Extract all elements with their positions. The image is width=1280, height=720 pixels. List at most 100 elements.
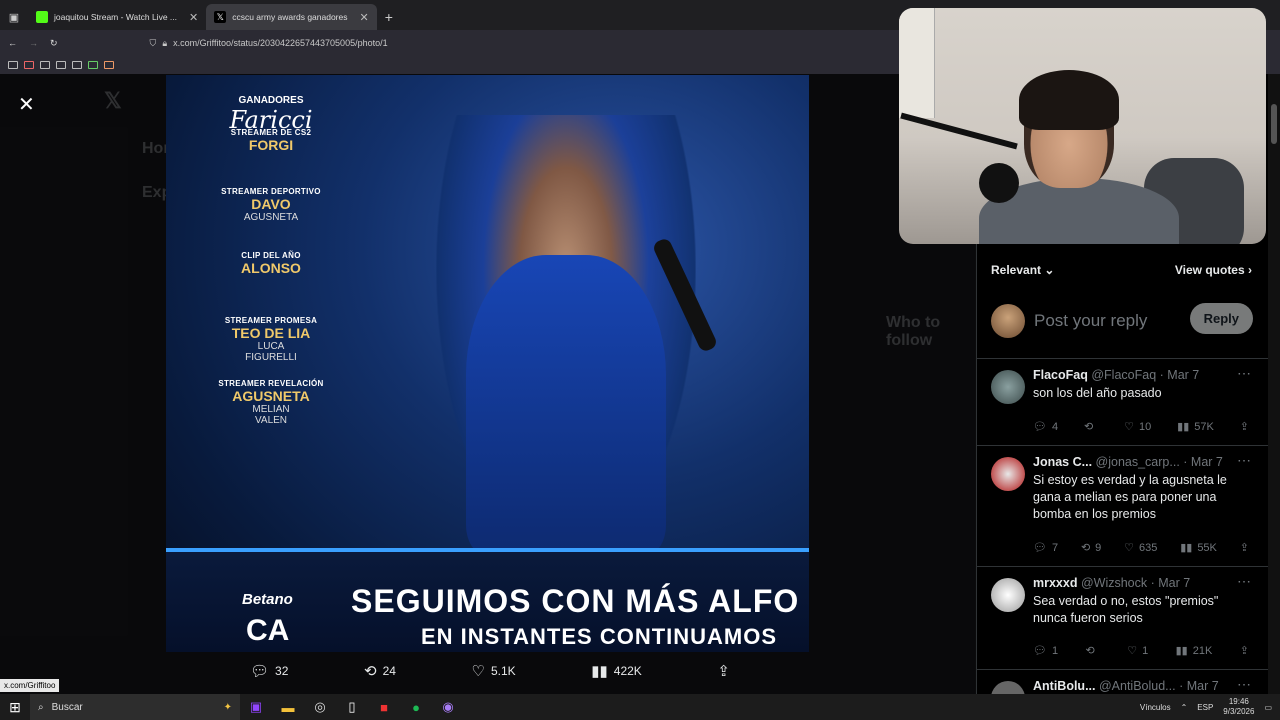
share-action[interactable]: ⇪	[717, 662, 730, 680]
discord-icon[interactable]: ◉	[432, 694, 464, 720]
heart-icon: ♡	[471, 663, 485, 680]
reply-input[interactable]: Post your reply	[1034, 311, 1147, 331]
bookmark-icon[interactable]	[24, 61, 34, 69]
repost-metric[interactable]: ⟲ 9	[1081, 541, 1101, 555]
reply-author-handle[interactable]: @FlacoFaq	[1091, 368, 1156, 382]
folder-icon[interactable]	[56, 61, 66, 69]
view-quotes-link[interactable]: View quotes ›	[1175, 263, 1252, 277]
share-icon: ⇪	[717, 663, 730, 680]
reply-author-handle[interactable]: @AntiBolud...	[1099, 679, 1176, 693]
spotify-icon[interactable]: ●	[400, 694, 432, 720]
address-bar[interactable]: ⛉ 🔒︎ x.com/Griffitoo/status/203042265744…	[150, 38, 388, 49]
page-scrollbar[interactable]	[1268, 74, 1280, 694]
taskbar-search[interactable]: ⌕ Buscar ✦	[30, 694, 240, 720]
sort-dropdown[interactable]: Relevant ⌄	[991, 263, 1054, 277]
award-nominee: FIGURELLI	[245, 352, 297, 363]
close-photo-button[interactable]: ✕	[18, 92, 35, 117]
notepad-icon[interactable]: ▯	[336, 694, 368, 720]
award-category: STREAMER DEPORTIVO	[221, 187, 321, 196]
avatar[interactable]	[991, 681, 1025, 694]
reply-metric[interactable]: 💬︎ 4	[1033, 420, 1058, 434]
banner-line-1: SEGUIMOS CON MÁS ALFO	[351, 583, 800, 619]
like-metric[interactable]: ♡ 635	[1124, 541, 1157, 555]
reply-item[interactable]: Jonas C... @jonas_carp... · Mar 7 ⋯ Si e…	[977, 447, 1269, 567]
more-icon[interactable]: ⋯	[1237, 365, 1251, 382]
reply-author-name[interactable]: mrxxxd	[1033, 576, 1077, 590]
more-icon[interactable]: ⋯	[1237, 452, 1251, 469]
share-icon: ⇪	[1239, 645, 1249, 657]
twitch-icon[interactable]: ▣	[240, 694, 272, 720]
award-category: STREAMER REVELACIÓN	[218, 379, 324, 388]
reply-date[interactable]: · Mar 7	[1179, 679, 1219, 693]
mic-arm	[900, 112, 1018, 150]
reply-metric[interactable]: 💬︎ 1	[1033, 644, 1058, 658]
share-metric[interactable]: ⇪	[1240, 644, 1249, 657]
language-indicator[interactable]: ESP	[1197, 703, 1213, 712]
reply-item[interactable]: AntiBolu... @AntiBolud... · Mar 7 ⋯	[977, 671, 1269, 694]
views-metric[interactable]: ▮▮ 57K	[1177, 420, 1214, 434]
repost-metric[interactable]: ⟲	[1084, 420, 1098, 433]
banner-line-2: EN INSTANTES CONTINUAMOS	[421, 624, 778, 649]
reply-date[interactable]: · Mar 7	[1183, 455, 1223, 469]
awards-header: GANADORES	[238, 95, 304, 106]
folder-icon[interactable]	[40, 61, 50, 69]
folder-icon[interactable]	[72, 61, 82, 69]
reply-author-name[interactable]: AntiBolu...	[1033, 679, 1096, 693]
file-explorer-icon[interactable]: ▬	[272, 694, 304, 720]
reply-action[interactable]: 💬︎ 32	[250, 662, 288, 680]
reply-date[interactable]: · Mar 7	[1160, 368, 1200, 382]
reply-text: Si estoy es verdad y la agusneta le gana…	[1033, 473, 1227, 521]
repost-action[interactable]: ⟲ 24	[364, 662, 396, 680]
tab-x-post[interactable]: 𝕏 ccscu army awards ganadores ✕	[206, 4, 377, 30]
reply-date[interactable]: · Mar 7	[1151, 576, 1191, 590]
more-icon[interactable]: ⋯	[1237, 676, 1251, 693]
views-action[interactable]: ▮▮ 422K	[591, 662, 642, 680]
chrome-icon[interactable]: ◎	[304, 694, 336, 720]
more-icon[interactable]: ⋯	[1237, 573, 1251, 590]
chevron-up-icon[interactable]: ⌃	[1181, 703, 1188, 712]
close-icon[interactable]: ✕	[360, 11, 369, 24]
avatar[interactable]	[991, 370, 1025, 404]
reply-button[interactable]: Reply	[1189, 303, 1253, 334]
forward-icon[interactable]: →	[29, 38, 38, 48]
like-metric[interactable]: ♡ 10	[1124, 420, 1151, 434]
obs-icon[interactable]: ■	[368, 694, 400, 720]
tray-label[interactable]: Vínculos	[1140, 703, 1171, 712]
clock[interactable]: 19:46 9/3/2026	[1223, 697, 1254, 717]
tab-title: ccscu army awards ganadores	[232, 12, 348, 22]
share-metric[interactable]: ⇪	[1240, 420, 1249, 433]
reply-metric[interactable]: 💬︎ 7	[1033, 541, 1058, 555]
like-action[interactable]: ♡ 5.1K	[472, 662, 516, 680]
back-icon[interactable]: ←	[8, 38, 17, 48]
reply-item[interactable]: FlacoFaq @FlacoFaq · Mar 7 ⋯ son los del…	[977, 360, 1269, 446]
ghost-x-logo: 𝕏	[104, 88, 122, 113]
bookmark-icon[interactable]	[104, 61, 114, 69]
scrollbar-thumb[interactable]	[1271, 104, 1277, 144]
like-metric[interactable]: ♡ 1	[1127, 644, 1149, 658]
avatar[interactable]	[991, 578, 1025, 612]
reply-item[interactable]: mrxxxd @Wizshock · Mar 7 ⋯ Sea verdad o …	[977, 568, 1269, 670]
views-metric[interactable]: ▮▮ 55K	[1180, 541, 1217, 555]
windows-start-icon[interactable]: ⊞	[0, 694, 30, 720]
reload-icon[interactable]: ↻	[50, 38, 58, 49]
notification-icon[interactable]: ▭	[1264, 703, 1272, 712]
repost-metric[interactable]: ⟲	[1086, 644, 1100, 657]
awards-winners-list: GANADORES Faricci STREAMER DE CS2 FORGI …	[196, 95, 346, 426]
views-metric[interactable]: ▮▮ 21K	[1176, 644, 1213, 658]
avatar[interactable]	[991, 304, 1025, 338]
new-tab-button[interactable]: +	[377, 4, 401, 30]
reply-author-handle[interactable]: @Wizshock	[1081, 576, 1147, 590]
tab-stream[interactable]: joaquitou Stream - Watch Live ... ✕	[28, 4, 206, 30]
streamer-webcam	[899, 8, 1266, 244]
like-count: 1	[1142, 644, 1149, 657]
share-metric[interactable]: ⇪	[1240, 541, 1249, 554]
sparkle-icon: ✦	[223, 701, 232, 713]
bookmark-icon[interactable]	[88, 61, 98, 69]
avatar[interactable]	[991, 457, 1025, 491]
folder-icon[interactable]	[8, 61, 18, 69]
reply-author-handle[interactable]: @jonas_carp...	[1096, 455, 1180, 469]
tab-list-icon[interactable]: ▣	[0, 4, 28, 30]
close-icon[interactable]: ✕	[189, 11, 198, 24]
reply-author-name[interactable]: FlacoFaq	[1033, 368, 1088, 382]
reply-author-name[interactable]: Jonas C...	[1033, 455, 1092, 469]
